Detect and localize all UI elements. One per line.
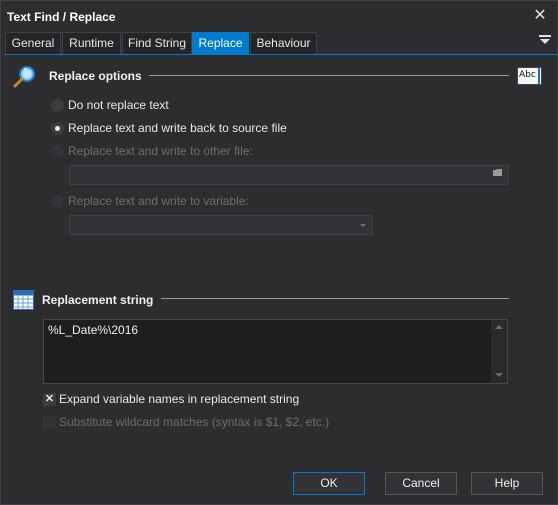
abc-text-icon[interactable]: Abc [517,67,542,85]
vertical-scrollbar[interactable] [491,320,507,383]
tab-bar: General Runtime Find String Replace Beha… [5,31,557,55]
window-title: Text Find / Replace [7,10,116,24]
expand-variables-checkbox[interactable]: ✕ Expand variable names in replacement s… [43,392,323,408]
tab-runtime[interactable]: Runtime [62,32,121,54]
replacement-string-textarea[interactable]: %L_Date%\2016 [43,319,508,384]
replace-options-heading: Replace options [49,69,142,83]
checkbox-label: Substitute wildcard matches (syntax is $… [59,415,330,429]
tab-overflow-menu-icon[interactable] [539,35,551,49]
section-divider [149,75,509,76]
other-file-input[interactable] [69,165,509,185]
radio-replace-variable[interactable]: Replace text and write to variable: [51,194,291,210]
abc-text-label: Abc [519,70,536,80]
tab-behaviour[interactable]: Behaviour [250,32,317,54]
radio-label: Replace text and write back to source fi… [68,121,287,135]
checkbox-label: Expand variable names in replacement str… [59,392,300,406]
radio-label: Do not replace text [68,98,169,112]
scroll-up-icon[interactable] [495,325,503,329]
scroll-down-icon[interactable] [495,373,503,377]
variable-select[interactable] [69,215,373,235]
radio-replace-source-file[interactable]: Replace text and write back to source fi… [51,121,331,137]
cancel-button[interactable]: Cancel [385,472,457,495]
close-icon[interactable]: ✕ [531,7,549,25]
radio-replace-other-file[interactable]: Replace text and write to other file: [51,144,311,160]
radio-label: Replace text and write to variable: [68,194,249,208]
replacement-string-heading: Replacement string [42,293,154,307]
tab-replace[interactable]: Replace [192,32,249,54]
substitute-wildcard-checkbox[interactable]: Substitute wildcard matches (syntax is $… [43,415,343,431]
chevron-down-icon [360,224,366,227]
radio-label: Replace text and write to other file: [68,144,253,158]
calendar-grid-icon [13,290,34,310]
tab-find-string[interactable]: Find String [122,32,192,54]
ok-button[interactable]: OK [293,472,365,495]
folder-browse-icon[interactable] [489,167,507,183]
title-bar: Text Find / Replace ✕ [1,1,557,31]
tab-general[interactable]: General [5,32,61,54]
replacement-string-value: %L_Date%\2016 [48,323,139,337]
magnifier-search-icon [13,66,35,88]
section-divider [161,298,509,299]
text-find-replace-dialog: Text Find / Replace ✕ General Runtime Fi… [0,0,558,505]
checkmark-icon: ✕ [43,393,56,406]
help-button[interactable]: Help [471,472,543,495]
radio-do-not-replace[interactable]: Do not replace text [51,98,251,114]
